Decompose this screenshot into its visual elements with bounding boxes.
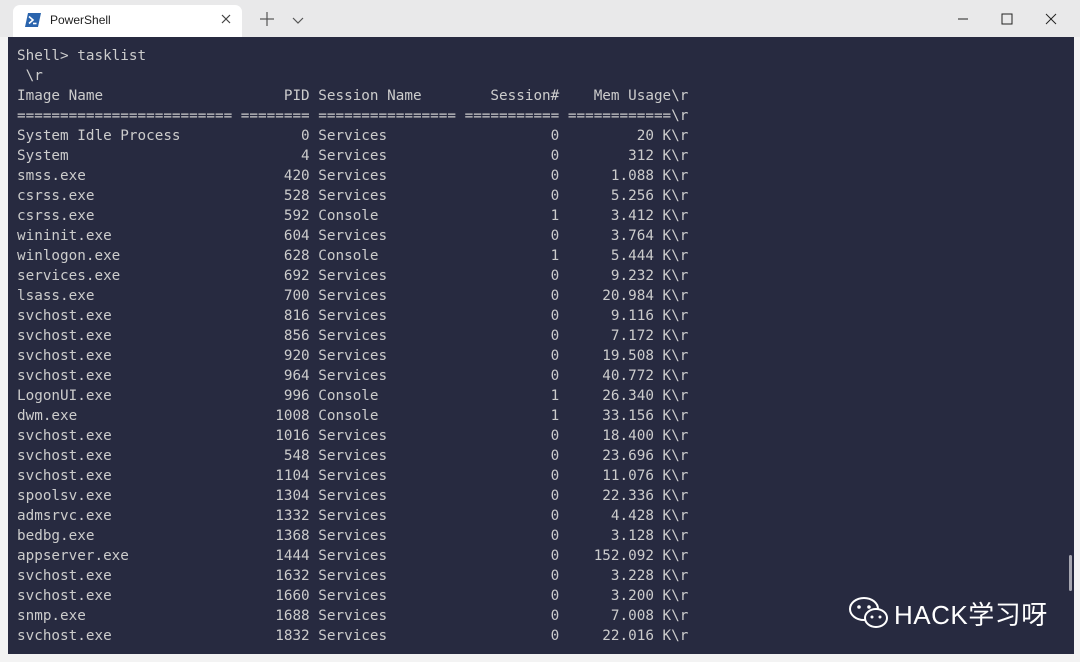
terminal-line: csrss.exe 592 Console 1 3.412 K\r — [17, 208, 689, 224]
maximize-icon[interactable] — [984, 3, 1030, 35]
powershell-icon — [25, 13, 41, 27]
terminal-line: svchost.exe 1660 Services 0 3.200 K\r — [17, 588, 689, 604]
minimize-icon[interactable] — [940, 3, 986, 35]
terminal-line: ========================= ======== =====… — [17, 108, 689, 124]
tab-title: PowerShell — [50, 13, 111, 27]
terminal-line: svchost.exe 964 Services 0 40.772 K\r — [17, 368, 689, 384]
terminal-line: System 4 Services 0 312 K\r — [17, 148, 689, 164]
terminal-line: svchost.exe 1632 Services 0 3.228 K\r — [17, 568, 689, 584]
terminal-output: Shell> tasklist \r Image Name PID Sessio… — [17, 46, 688, 646]
terminal-line: wininit.exe 604 Services 0 3.764 K\r — [17, 228, 689, 244]
terminal-line: svchost.exe 920 Services 0 19.508 K\r — [17, 348, 689, 364]
window-frame-bottom — [0, 654, 1080, 662]
terminal-line: spoolsv.exe 1304 Services 0 22.336 K\r — [17, 488, 689, 504]
scrollbar-thumb[interactable] — [1069, 555, 1072, 591]
terminal-line: \r — [17, 68, 43, 84]
window-frame-right — [1074, 37, 1080, 662]
terminal-line: services.exe 692 Services 0 9.232 K\r — [17, 268, 689, 284]
terminal-line: svchost.exe 1832 Services 0 22.016 K\r — [17, 628, 689, 644]
terminal-line: appserver.exe 1444 Services 0 152.092 K\… — [17, 548, 689, 564]
prompt-line: Shell> tasklist — [17, 48, 147, 64]
terminal-line: LogonUI.exe 996 Console 1 26.340 K\r — [17, 388, 689, 404]
terminal-line: bedbg.exe 1368 Services 0 3.128 K\r — [17, 528, 689, 544]
terminal-line: svchost.exe 856 Services 0 7.172 K\r — [17, 328, 689, 344]
terminal-line: lsass.exe 700 Services 0 20.984 K\r — [17, 288, 689, 304]
chevron-down-icon[interactable] — [289, 11, 307, 29]
watermark: HACK学习呀 — [848, 595, 1048, 631]
close-tab-icon[interactable] — [218, 11, 234, 27]
close-window-icon[interactable] — [1028, 3, 1074, 35]
terminal-line: admsrvc.exe 1332 Services 0 4.428 K\r — [17, 508, 689, 524]
terminal-window: PowerShell Shell> tasklist \r Image Name — [0, 0, 1080, 662]
watermark-text: HACK学习呀 — [894, 599, 1048, 630]
terminal-line: svchost.exe 816 Services 0 9.116 K\r — [17, 308, 689, 324]
new-tab-icon[interactable] — [257, 9, 277, 29]
terminal-line: System Idle Process 0 Services 0 20 K\r — [17, 128, 689, 144]
tab-powershell[interactable]: PowerShell — [13, 5, 242, 37]
terminal-line: snmp.exe 1688 Services 0 7.008 K\r — [17, 608, 689, 624]
terminal-line: svchost.exe 1104 Services 0 11.076 K\r — [17, 468, 689, 484]
terminal-pane[interactable]: Shell> tasklist \r Image Name PID Sessio… — [8, 37, 1074, 654]
terminal-line: dwm.exe 1008 Console 1 33.156 K\r — [17, 408, 689, 424]
title-bar: PowerShell — [0, 0, 1080, 37]
terminal-line: smss.exe 420 Services 0 1.088 K\r — [17, 168, 689, 184]
terminal-line: winlogon.exe 628 Console 1 5.444 K\r — [17, 248, 689, 264]
terminal-line: Image Name PID Session Name Session# Mem… — [17, 88, 689, 104]
wechat-icon — [849, 597, 888, 628]
terminal-line: csrss.exe 528 Services 0 5.256 K\r — [17, 188, 689, 204]
window-frame-left — [0, 37, 8, 662]
terminal-line: svchost.exe 548 Services 0 23.696 K\r — [17, 448, 689, 464]
terminal-line: svchost.exe 1016 Services 0 18.400 K\r — [17, 428, 689, 444]
tasklist-output: \r Image Name PID Session Name Session# … — [17, 68, 688, 644]
